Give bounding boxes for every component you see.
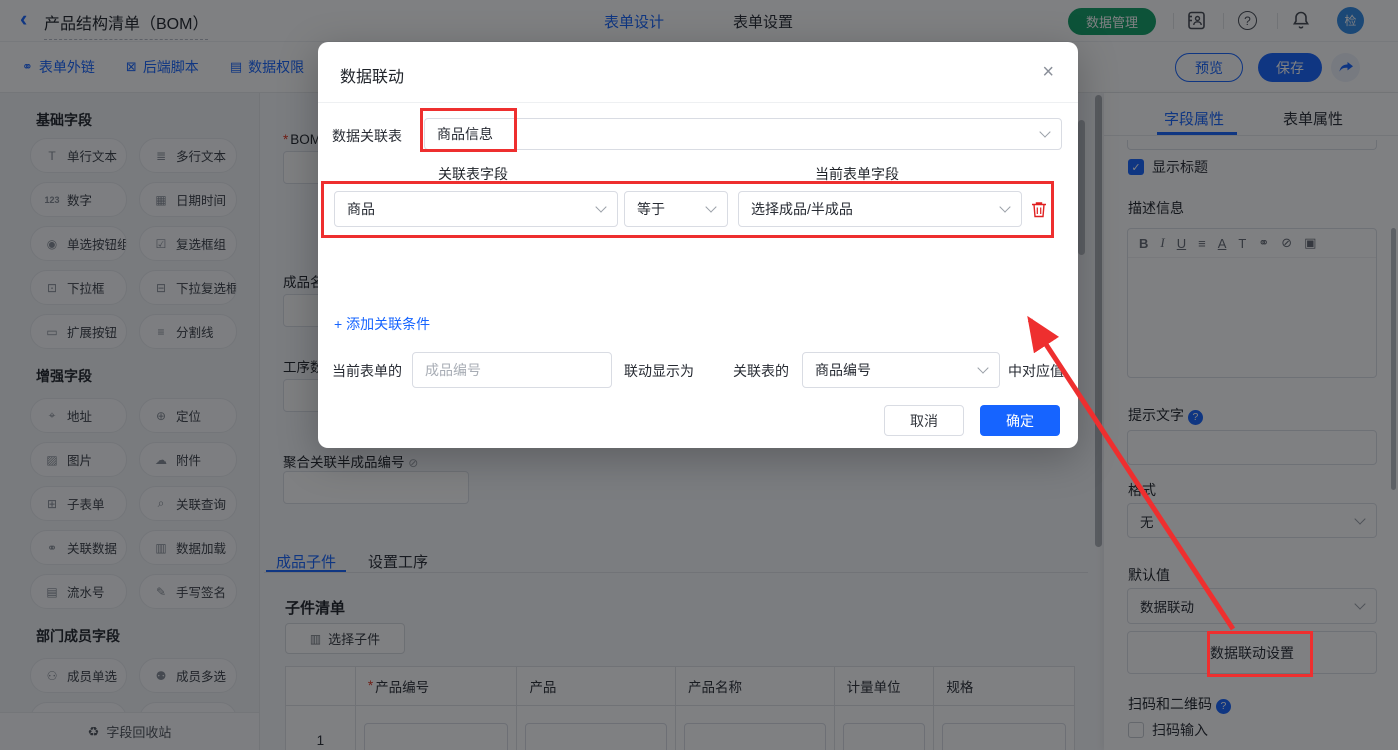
- cancel-button[interactable]: 取消: [884, 405, 964, 436]
- add-condition-link[interactable]: + 添加关联条件: [334, 314, 430, 334]
- delete-condition-icon[interactable]: [1031, 201, 1047, 218]
- chevron-down-icon: [977, 362, 989, 374]
- mapping-middle-label: 联动显示为: [624, 363, 694, 379]
- mapping-rel-label: 关联表的: [733, 363, 789, 379]
- rel-field-select[interactable]: 商品编号: [802, 352, 1000, 388]
- column-header-form-field: 当前表单字段: [815, 166, 899, 182]
- confirm-button[interactable]: 确定: [980, 405, 1060, 436]
- mapping-suffix-label: 中对应值: [1008, 363, 1064, 379]
- close-icon[interactable]: ×: [1042, 62, 1054, 82]
- modal-header-divider: [318, 102, 1078, 103]
- chevron-down-icon: [595, 201, 607, 213]
- modal-title: 数据联动: [340, 69, 405, 86]
- column-header-rel-field: 关联表字段: [438, 166, 508, 182]
- condition-operator-select[interactable]: 等于: [624, 191, 728, 227]
- condition-form-field-select[interactable]: 选择成品/半成品: [738, 191, 1022, 227]
- source-table-label: 数据关联表: [332, 128, 402, 144]
- chevron-down-icon: [1039, 126, 1051, 138]
- chevron-down-icon: [705, 201, 717, 213]
- chevron-down-icon: [999, 201, 1011, 213]
- source-table-select[interactable]: 商品信息: [424, 118, 1062, 150]
- data-linkage-modal: 数据联动 × 数据关联表 商品信息 关联表字段 当前表单字段 商品 等于 选择成…: [318, 42, 1078, 448]
- mapping-prefix-label: 当前表单的: [332, 363, 402, 379]
- current-field-input[interactable]: 成品编号: [412, 352, 612, 388]
- condition-rel-field-select[interactable]: 商品: [334, 191, 618, 227]
- app-window: ‹ 产品结构清单（BOM） 表单设计 表单设置 数据管理 ? 检 ⚭表单外链 ⊠…: [0, 0, 1398, 750]
